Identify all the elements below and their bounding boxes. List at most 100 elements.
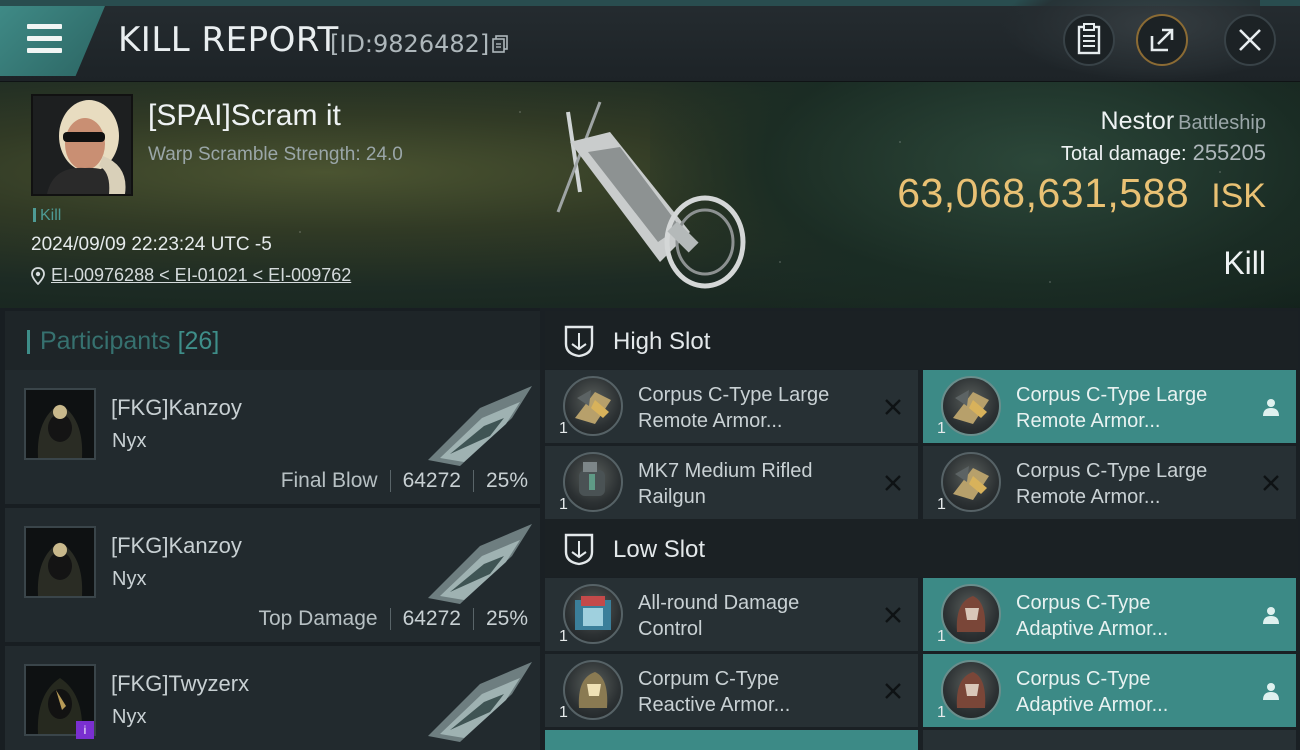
total-damage: Total damage: 255205: [1061, 140, 1266, 166]
x-icon: [885, 683, 901, 699]
isk-value: 63,068,631,588: [897, 170, 1190, 216]
low-slot-label: Low Slot: [613, 536, 706, 563]
person-icon: [1263, 683, 1279, 700]
total-damage-value: 255205: [1192, 140, 1266, 165]
participant-ship: Nyx: [112, 430, 147, 452]
slot-shield-icon: [564, 325, 594, 358]
module-item-partial[interactable]: [545, 730, 918, 750]
armor-hardener-icon: [941, 584, 1001, 644]
header-planet-art: [1000, 0, 1260, 82]
participant-name: [FKG]Kanzoy: [111, 533, 242, 558]
module-quantity: 1: [559, 628, 568, 645]
armor-hardener-icon: [563, 660, 623, 720]
module-name: Corpus C-Type Large Remote Armor...: [638, 384, 830, 432]
participant-damage: 64272: [402, 469, 461, 492]
location-pin-icon: [31, 266, 45, 285]
module-quantity: 1: [559, 496, 568, 513]
info-badge: i: [76, 721, 94, 739]
participant-stats: Final Blow 64272 25%: [281, 469, 528, 493]
participants-title: Participants [26]: [40, 327, 219, 356]
participant-stats: Top Damage 64272 25%: [258, 607, 528, 631]
hooded-pilot-icon: [26, 528, 94, 596]
module-item[interactable]: 1 Corpum C-Type Reactive Armor...: [545, 654, 918, 727]
participant-ship-icon: [428, 386, 532, 466]
railgun-icon: [563, 452, 623, 512]
clipboard-button[interactable]: [1063, 14, 1115, 66]
module-item[interactable]: 1 Corpus C-Type Adaptive Armor...: [923, 654, 1296, 727]
module-quantity: 1: [937, 496, 946, 513]
armor-repairer-icon: [941, 452, 1001, 512]
armor-repairer-icon: [563, 376, 623, 436]
kill-tag: Kill: [33, 207, 61, 225]
participant-percent: 25%: [485, 607, 528, 630]
participant-ship: Nyx: [112, 706, 147, 728]
module-item[interactable]: 1 MK7 Medium Rifled Railgun: [545, 446, 918, 519]
clipboard-icon: [1077, 23, 1101, 55]
low-slot-header: Low Slot: [545, 519, 1298, 577]
top-bar: KILL REPORT [ID:9826482]: [0, 0, 1300, 82]
kill-location[interactable]: EI-00976288 < EI-01021 < EI-009762: [31, 265, 351, 286]
module-name: Corpus C-Type Large Remote Armor...: [1016, 460, 1208, 508]
x-icon: [885, 475, 901, 491]
location-link[interactable]: EI-00976288 < EI-01021 < EI-009762: [51, 265, 351, 286]
module-item[interactable]: 1 Corpus C-Type Large Remote Armor...: [545, 370, 918, 443]
armor-repairer-icon: [941, 376, 1001, 436]
module-quantity: 1: [559, 704, 568, 721]
share-icon: [1150, 28, 1174, 52]
participant-role: Final Blow: [280, 469, 378, 492]
high-slot-label: High Slot: [613, 328, 711, 355]
copy-icon[interactable]: [492, 35, 508, 53]
module-name: All-round Damage Control: [638, 592, 800, 640]
total-damage-label: Total damage:: [1060, 143, 1187, 165]
participants-accent: [27, 330, 30, 354]
participant-name: [FKG]Twyzerx: [111, 671, 250, 696]
x-icon: [885, 607, 901, 623]
participant-role: Top Damage: [258, 607, 378, 630]
fitting-panel: High Slot 1 Corpus C-Type Large Remote Ar…: [540, 308, 1300, 750]
module-item-partial[interactable]: [923, 730, 1296, 750]
participant-damage: 64272: [402, 607, 461, 630]
participant-avatar: [24, 388, 96, 460]
participants-label: Participants: [40, 327, 171, 355]
module-item[interactable]: 1 Corpus C-Type Adaptive Armor...: [923, 578, 1296, 651]
pilot-portrait-icon: [33, 96, 131, 194]
module-item[interactable]: 1 Corpus C-Type Large Remote Armor...: [923, 370, 1296, 443]
divider: [472, 608, 474, 630]
person-icon: [1263, 607, 1279, 624]
participants-count: [26]: [177, 327, 220, 355]
divider: [472, 470, 474, 492]
report-id: [ID:9826482]: [330, 30, 490, 58]
victim-avatar[interactable]: [31, 94, 133, 196]
participant-ship: Nyx: [112, 568, 147, 590]
participant-card[interactable]: [FKG]Kanzoy Nyx Final Blow 64272 25%: [5, 370, 540, 504]
close-icon: [1239, 29, 1261, 51]
menu-button[interactable]: [0, 6, 105, 76]
share-button[interactable]: [1136, 14, 1188, 66]
module-item[interactable]: 1 Corpus C-Type Large Remote Armor...: [923, 446, 1296, 519]
participant-card[interactable]: [FKG]Kanzoy Nyx Top Damage 64272 25%: [5, 508, 540, 642]
participants-panel: Participants [26] [FKG]Kanzoy Nyx Final …: [0, 308, 540, 750]
victim-subtitle: Warp Scramble Strength: 24.0: [148, 144, 403, 165]
kill-status: Kill: [1223, 245, 1266, 281]
ship-name: Nestor: [1100, 107, 1175, 135]
close-button[interactable]: [1224, 14, 1276, 66]
page-title: KILL REPORT: [118, 20, 339, 60]
divider: [389, 608, 391, 630]
module-name: MK7 Medium Rifled Railgun: [638, 460, 813, 508]
participant-ship-icon: [428, 524, 532, 604]
participant-name: [FKG]Kanzoy: [111, 395, 242, 420]
module-item[interactable]: 1 All-round Damage Control: [545, 578, 918, 651]
victim-ship[interactable]: Nestor Battleship: [1101, 107, 1266, 136]
isk-loss: 63,068,631,588 ISK: [897, 170, 1266, 217]
armor-hardener-icon: [941, 660, 1001, 720]
participant-card[interactable]: i [FKG]Twyzerx Nyx: [5, 646, 540, 750]
module-name: Corpus C-Type Large Remote Armor...: [1016, 384, 1208, 432]
hooded-pilot-icon: [26, 390, 94, 458]
x-icon: [1263, 475, 1279, 491]
victim-name[interactable]: [SPAI]Scram it: [148, 99, 341, 133]
participants-header[interactable]: Participants [26]: [5, 311, 540, 371]
module-name: Corpus C-Type Adaptive Armor...: [1016, 668, 1169, 716]
slot-shield-icon: [564, 533, 594, 566]
module-quantity: 1: [937, 420, 946, 437]
isk-unit: ISK: [1211, 177, 1266, 215]
